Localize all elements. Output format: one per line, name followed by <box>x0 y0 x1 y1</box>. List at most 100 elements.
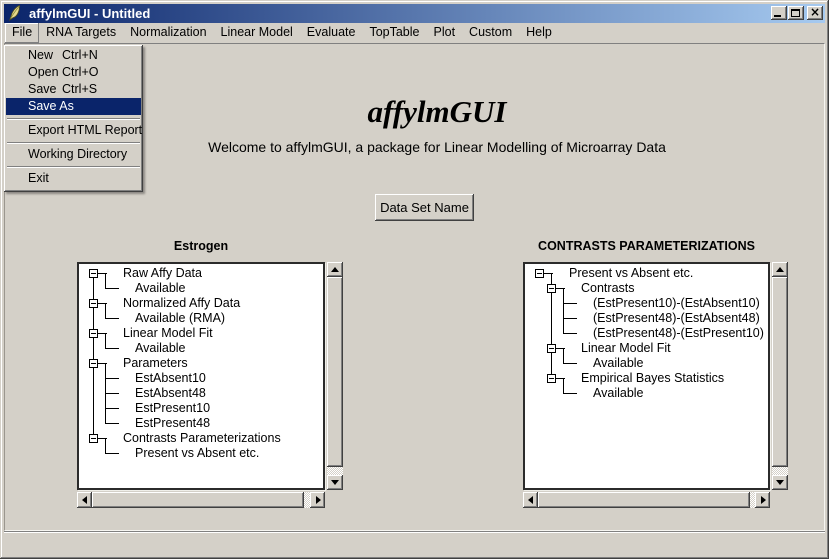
tree-connector-line <box>93 281 94 296</box>
tree-node-label[interactable]: Empirical Bayes Statistics <box>581 371 724 386</box>
expand-box-icon[interactable] <box>89 434 98 443</box>
close-button[interactable]: × <box>807 6 823 20</box>
contrasts-tree: Present vs Absent etc.Contrasts(EstPrese… <box>523 262 770 490</box>
tree-node-label[interactable]: Contrasts Parameterizations <box>123 431 281 446</box>
tree-node-linear-model-fit[interactable]: Linear Model Fit <box>79 326 323 341</box>
tree-node-label[interactable]: Present vs Absent etc. <box>135 446 259 461</box>
tree-node-estpresent48[interactable]: EstPresent48 <box>79 416 323 431</box>
scroll-up-button[interactable] <box>772 262 788 277</box>
tree-node-label[interactable]: (EstPresent10)-(EstAbsent10) <box>593 296 760 311</box>
tree-node-label[interactable]: (EstPresent48)-(EstPresent10) <box>593 326 764 341</box>
menu-item-label: Exit <box>28 170 62 187</box>
scroll-right-button[interactable] <box>755 492 770 508</box>
tree-node-label[interactable]: Available <box>593 356 644 371</box>
tree-node-label[interactable]: Linear Model Fit <box>581 341 671 356</box>
expand-box-icon[interactable] <box>547 284 556 293</box>
tree-node-label[interactable]: Normalized Affy Data <box>123 296 240 311</box>
menu-item-export-html-report[interactable]: Export HTML Report <box>6 122 141 139</box>
tree-node-available[interactable]: Available <box>525 356 768 371</box>
tree-node-available[interactable]: Available <box>79 341 323 356</box>
tree-node-contrasts[interactable]: Contrasts <box>525 281 768 296</box>
tree-node-label[interactable]: EstPresent10 <box>135 401 210 416</box>
menubar-item-normalization[interactable]: Normalization <box>123 23 213 43</box>
expand-box-icon[interactable] <box>547 374 556 383</box>
scroll-down-button[interactable] <box>327 475 343 490</box>
expand-box-icon[interactable] <box>89 329 98 338</box>
scroll-down-button[interactable] <box>772 475 788 490</box>
menubar-item-linear-model[interactable]: Linear Model <box>214 23 300 43</box>
tree-node-label[interactable]: Present vs Absent etc. <box>569 266 693 281</box>
right-horizontal-scrollbar[interactable] <box>523 492 770 508</box>
expand-box-icon[interactable] <box>89 359 98 368</box>
tree-node-raw-affy-data[interactable]: Raw Affy Data <box>79 266 323 281</box>
tree-node-label[interactable]: Raw Affy Data <box>123 266 202 281</box>
menubar-item-toptable[interactable]: TopTable <box>362 23 426 43</box>
menubar-item-help[interactable]: Help <box>519 23 559 43</box>
tree-node-available[interactable]: Available <box>525 386 768 401</box>
tree-node-present-vs-absent-etc[interactable]: Present vs Absent etc. <box>79 446 323 461</box>
tree-node-available-rma[interactable]: Available (RMA) <box>79 311 323 326</box>
tree-connector-line <box>563 349 564 356</box>
expand-box-icon[interactable] <box>535 269 544 278</box>
tree-node-empirical-bayes-statistics[interactable]: Empirical Bayes Statistics <box>525 371 768 386</box>
minus-glyph <box>91 333 96 334</box>
scrollbar-thumb[interactable] <box>327 277 343 467</box>
expand-box-icon[interactable] <box>89 299 98 308</box>
menubar-item-evaluate[interactable]: Evaluate <box>300 23 363 43</box>
menubar-item-rna-targets[interactable]: RNA Targets <box>39 23 123 43</box>
menubar-item-custom[interactable]: Custom <box>462 23 519 43</box>
menu-item-working-directory[interactable]: Working Directory <box>6 146 141 163</box>
expand-box-icon[interactable] <box>547 344 556 353</box>
scrollbar-thumb[interactable] <box>538 492 750 508</box>
maximize-button[interactable] <box>788 6 804 20</box>
menu-item-new[interactable]: NewCtrl+N <box>6 47 141 64</box>
menu-item-open[interactable]: OpenCtrl+O <box>6 64 141 81</box>
tree-node-estabsent10[interactable]: EstAbsent10 <box>79 371 323 386</box>
tree-node-label[interactable]: Parameters <box>123 356 188 371</box>
tree-node-estabsent48[interactable]: EstAbsent48 <box>79 386 323 401</box>
tree-node-parameters[interactable]: Parameters <box>79 356 323 371</box>
menu-item-save[interactable]: SaveCtrl+S <box>6 81 141 98</box>
scrollbar-thumb[interactable] <box>92 492 304 508</box>
tree-node-label[interactable]: EstAbsent48 <box>135 386 206 401</box>
tree-node-present-vs-absent-etc[interactable]: Present vs Absent etc. <box>525 266 768 281</box>
tree-node-label[interactable]: EstPresent48 <box>135 416 210 431</box>
tree-node-label[interactable]: Contrasts <box>581 281 635 296</box>
tree-node-estpresent10-estabsent10[interactable]: (EstPresent10)-(EstAbsent10) <box>525 296 768 311</box>
title-bar[interactable]: affylmGUI - Untitled × <box>4 4 825 23</box>
tree-node-label[interactable]: (EstPresent48)-(EstAbsent48) <box>593 311 760 326</box>
left-tree-header: Estrogen <box>77 239 325 253</box>
scroll-left-button[interactable] <box>523 492 538 508</box>
arrow-left-icon <box>82 496 87 504</box>
menu-item-save-as[interactable]: Save As <box>6 98 141 115</box>
tree-node-label[interactable]: Available <box>593 386 644 401</box>
right-vertical-scrollbar[interactable] <box>772 262 788 490</box>
expand-box-icon[interactable] <box>89 269 98 278</box>
scroll-left-button[interactable] <box>77 492 92 508</box>
tree-node-estpresent48-estpresent10[interactable]: (EstPresent48)-(EstPresent10) <box>525 326 768 341</box>
tree-node-label[interactable]: Available (RMA) <box>135 311 225 326</box>
menubar-item-plot[interactable]: Plot <box>427 23 463 43</box>
menubar-item-file[interactable]: File <box>5 23 39 43</box>
tree-node-label[interactable]: Available <box>135 341 186 356</box>
minimize-button[interactable] <box>771 6 787 20</box>
tree-connector-line <box>105 334 106 341</box>
tree-node-label[interactable]: Available <box>135 281 186 296</box>
minus-glyph <box>91 273 96 274</box>
tree-node-label[interactable]: Linear Model Fit <box>123 326 213 341</box>
tree-node-label[interactable]: EstAbsent10 <box>135 371 206 386</box>
tree-connector-line <box>551 274 552 281</box>
left-vertical-scrollbar[interactable] <box>327 262 343 490</box>
tree-node-estpresent48-estabsent48[interactable]: (EstPresent48)-(EstAbsent48) <box>525 311 768 326</box>
tree-node-normalized-affy-data[interactable]: Normalized Affy Data <box>79 296 323 311</box>
tree-node-linear-model-fit[interactable]: Linear Model Fit <box>525 341 768 356</box>
data-set-name-button[interactable]: Data Set Name <box>375 194 474 221</box>
tree-node-estpresent10[interactable]: EstPresent10 <box>79 401 323 416</box>
left-horizontal-scrollbar[interactable] <box>77 492 325 508</box>
menu-item-exit[interactable]: Exit <box>6 170 141 187</box>
tree-node-available[interactable]: Available <box>79 281 323 296</box>
tree-node-contrasts-parameterizations[interactable]: Contrasts Parameterizations <box>79 431 323 446</box>
scroll-right-button[interactable] <box>310 492 325 508</box>
scroll-up-button[interactable] <box>327 262 343 277</box>
scrollbar-thumb[interactable] <box>772 277 788 467</box>
